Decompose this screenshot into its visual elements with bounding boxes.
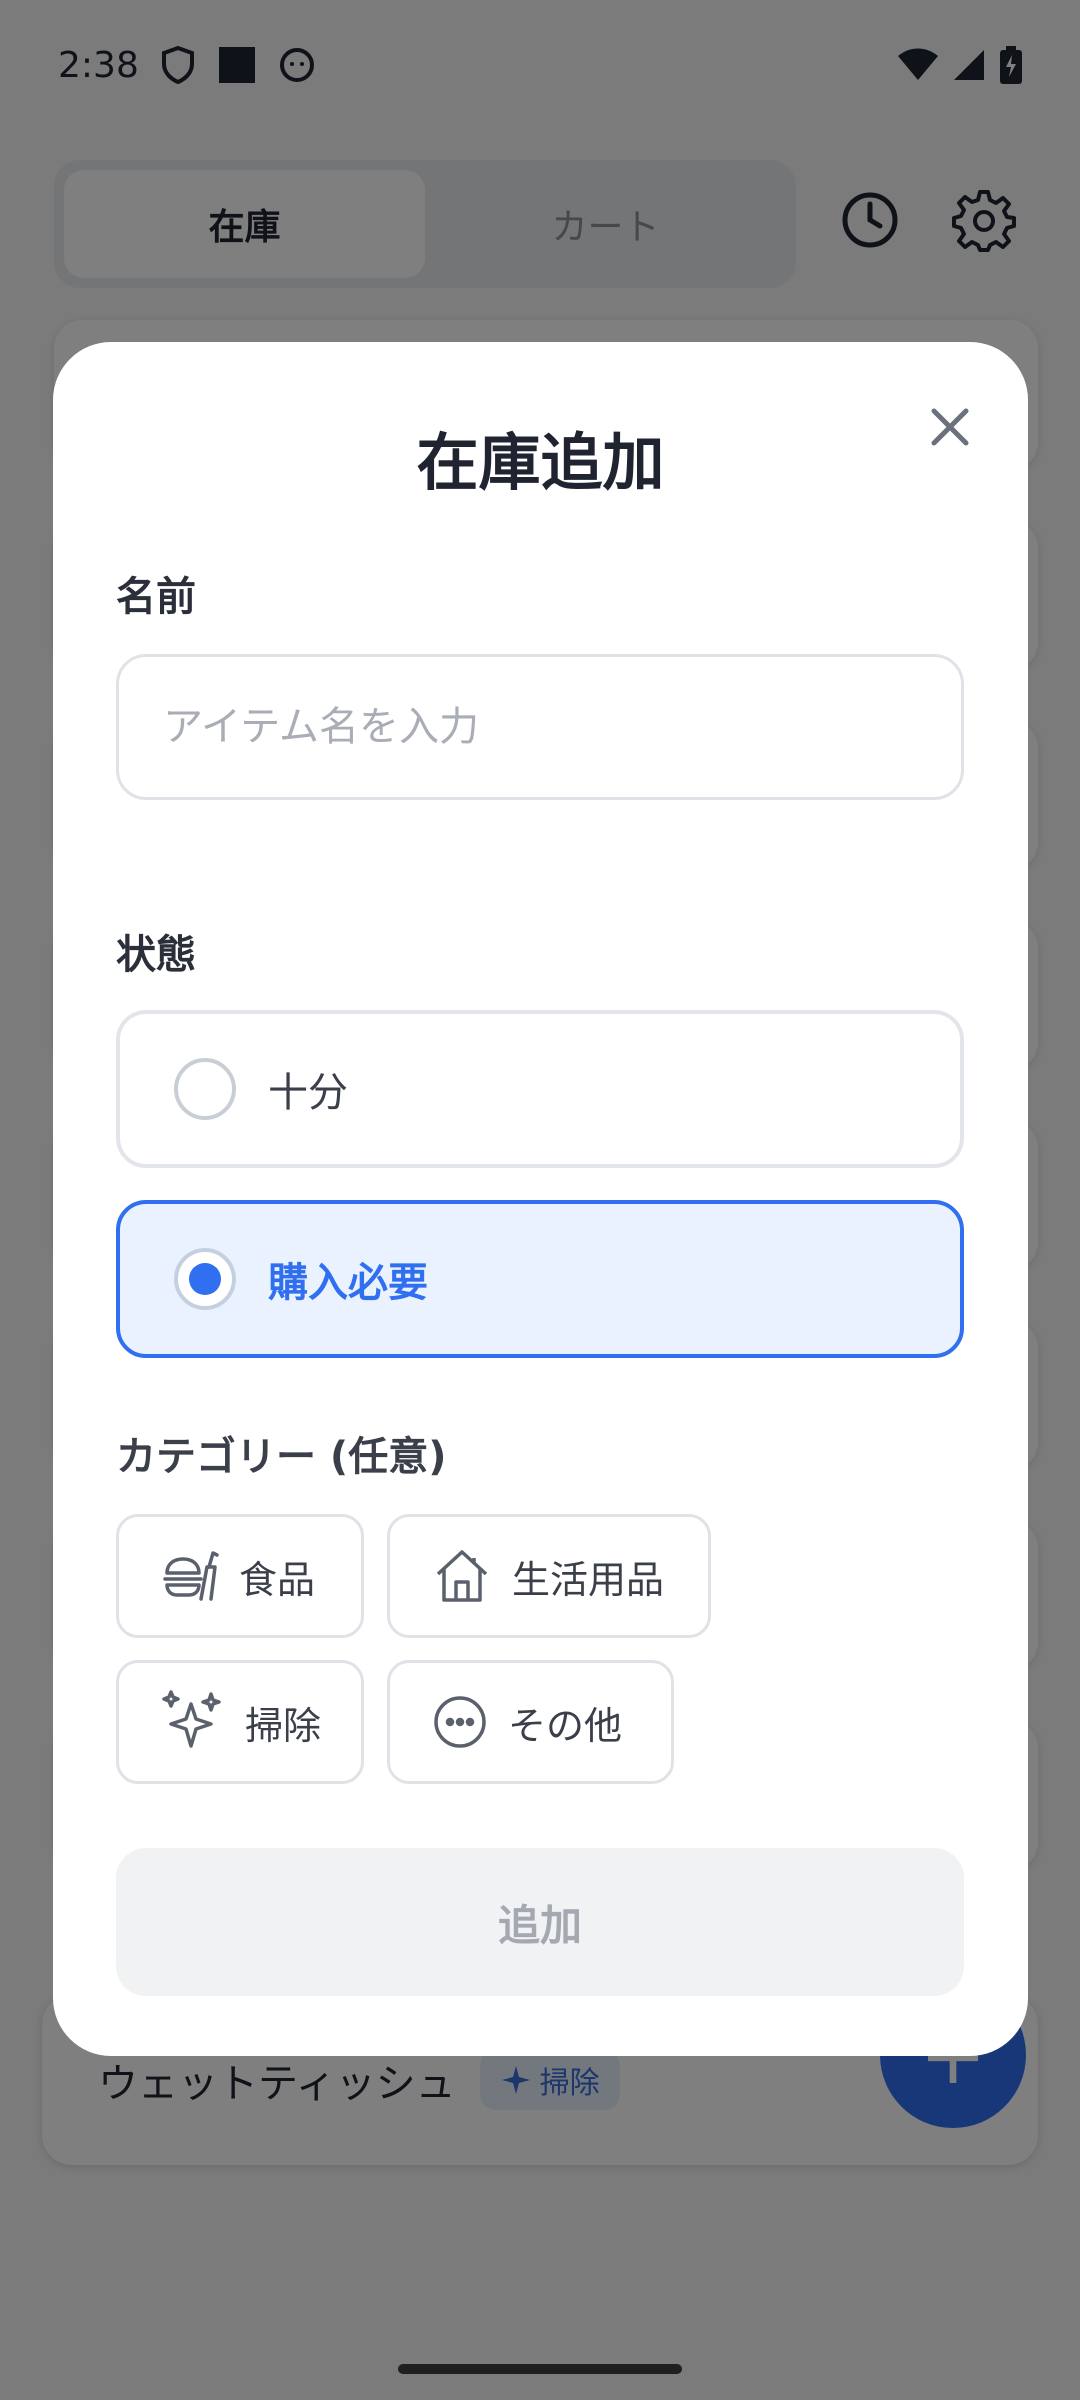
dialog-title: 在庫追加 [416,426,665,499]
category-chip-other[interactable]: その他 [387,1660,674,1784]
status-option-need-purchase[interactable]: 購入必要 [116,1200,964,1358]
close-icon [931,408,969,446]
name-label: 名前 [116,574,196,620]
status-option-label: 購入必要 [268,1260,428,1306]
category-chip-daily-goods[interactable]: 生活用品 [387,1514,711,1638]
home-indicator[interactable] [398,2364,682,2374]
sparkle-icon [162,1690,221,1748]
radio-unselected [174,1058,236,1120]
add-button[interactable]: 追加 [116,1848,964,1996]
category-chip-label: 生活用品 [512,1557,665,1602]
category-chip-food[interactable]: 食品 [116,1514,364,1638]
category-label: カテゴリー (任意) [116,1434,447,1480]
status-label: 状態 [116,932,196,978]
food-icon [163,1551,219,1601]
category-chip-label: 食品 [239,1557,316,1602]
add-inventory-dialog: 在庫追加 名前 状態 十分 購入必要 カテゴリー (任意) 食品 [53,342,1028,2056]
item-name-input[interactable] [116,654,964,800]
status-option-sufficient[interactable]: 十分 [116,1010,964,1168]
radio-selected [174,1248,236,1310]
more-icon [434,1696,486,1748]
category-chip-label: 掃除 [245,1703,322,1748]
category-chip-cleaning[interactable]: 掃除 [116,1660,364,1784]
status-option-label: 十分 [268,1070,348,1116]
category-chip-label: その他 [508,1703,623,1748]
close-button[interactable] [910,387,990,467]
house-icon [436,1550,488,1602]
